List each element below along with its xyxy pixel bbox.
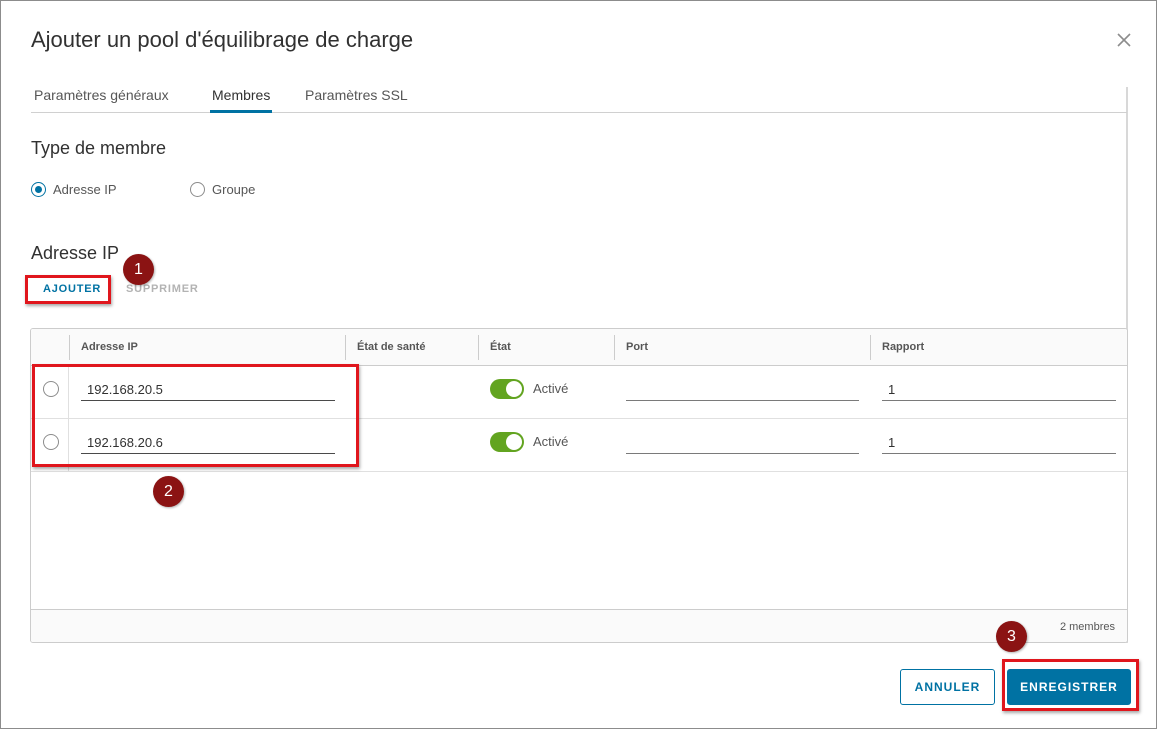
table-row: Activé	[31, 419, 1127, 472]
column-header-ratio[interactable]: Rapport	[870, 329, 924, 366]
tab-general-settings[interactable]: Paramètres généraux	[34, 86, 169, 113]
annotation-marker-3: 3	[996, 621, 1027, 652]
close-button[interactable]	[1113, 29, 1135, 51]
radio-group-label: Groupe	[212, 182, 256, 197]
state-toggle[interactable]	[490, 379, 524, 399]
tab-members[interactable]: Membres	[210, 86, 273, 113]
radio-unchecked-icon	[190, 182, 205, 197]
row-select-radio[interactable]	[43, 434, 59, 450]
grid-header: Adresse IP État de santé État Port Rappo…	[31, 329, 1127, 366]
state-label: Activé	[533, 434, 569, 449]
radio-group[interactable]: Groupe	[190, 182, 255, 197]
column-header-health[interactable]: État de santé	[345, 329, 425, 366]
annotation-marker-2: 2	[153, 476, 184, 507]
ip-address-input[interactable]	[81, 379, 335, 401]
table-row: Activé	[31, 366, 1127, 419]
save-button[interactable]: ENREGISTRER	[1007, 669, 1131, 705]
tab-bar: Paramètres généraux Membres Paramètres S…	[31, 86, 1127, 113]
state-toggle[interactable]	[490, 432, 524, 452]
ratio-input[interactable]	[882, 432, 1116, 454]
column-header-state[interactable]: État	[478, 329, 511, 366]
radio-checked-icon	[31, 182, 46, 197]
radio-ip-address-label: Adresse IP	[53, 182, 117, 197]
member-count: 2 membres	[1059, 621, 1115, 633]
column-header-port[interactable]: Port	[614, 329, 648, 366]
cancel-button[interactable]: ANNULER	[900, 669, 995, 705]
ip-address-input[interactable]	[81, 432, 335, 454]
load-balancer-pool-dialog: Ajouter un pool d'équilibrage de charge …	[0, 0, 1157, 729]
dialog-title: Ajouter un pool d'équilibrage de charge	[31, 27, 414, 52]
ratio-input[interactable]	[882, 379, 1116, 401]
column-header-ip-address[interactable]: Adresse IP	[69, 329, 138, 366]
port-input[interactable]	[626, 432, 859, 454]
tab-ssl-settings[interactable]: Paramètres SSL	[305, 86, 408, 113]
grid-footer: 2 membres	[31, 609, 1127, 642]
row-select-radio[interactable]	[43, 381, 59, 397]
state-label: Activé	[533, 381, 569, 396]
member-type-title: Type de membre	[31, 138, 167, 158]
annotation-marker-1: 1	[123, 254, 154, 285]
radio-ip-address[interactable]: Adresse IP	[31, 182, 117, 197]
row-select-cell	[31, 366, 69, 418]
row-select-cell	[31, 419, 69, 471]
add-button[interactable]: AJOUTER	[43, 283, 101, 295]
close-icon	[1117, 33, 1131, 47]
members-grid: Adresse IP État de santé État Port Rappo…	[30, 328, 1128, 643]
port-input[interactable]	[626, 379, 859, 401]
ip-address-section-title: Adresse IP	[31, 243, 120, 263]
